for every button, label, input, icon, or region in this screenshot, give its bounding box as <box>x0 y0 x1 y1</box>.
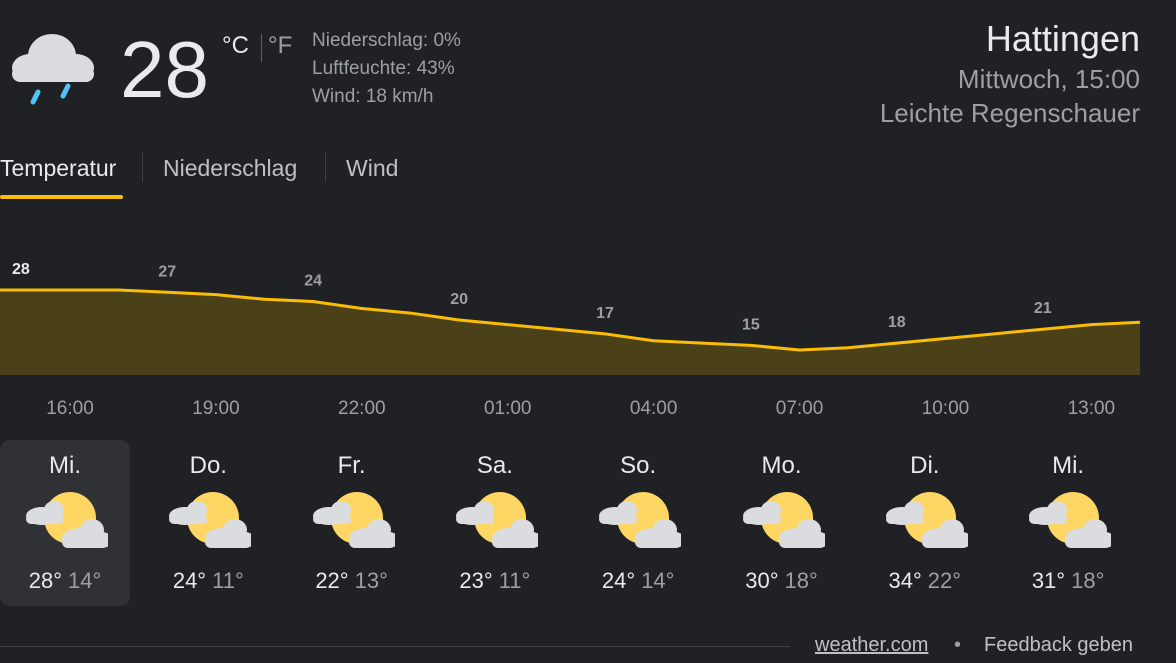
hour-label: 22:00 <box>338 398 386 419</box>
footer-divider <box>0 646 790 647</box>
weather-condition: Leichte Regenschauer <box>879 98 1140 128</box>
high-temp: 30° <box>745 568 779 593</box>
unit-celsius-button[interactable]: °C <box>222 32 249 60</box>
low-temp: 18° <box>784 568 818 593</box>
day-card[interactable]: Mi. 31° 18° <box>1003 440 1133 606</box>
day-name: Sa. <box>476 452 513 479</box>
precipitation-text: Niederschlag: 0% <box>312 30 461 51</box>
day-temperatures: 24° 11° <box>143 568 273 594</box>
low-temp: 14° <box>641 568 675 593</box>
low-temp: 13° <box>354 568 388 593</box>
day-card[interactable]: Do. 24° 11° <box>143 440 273 606</box>
partly-cloudy-icon <box>26 492 108 548</box>
hour-label: 07:00 <box>776 398 824 419</box>
high-temp: 28° <box>28 568 62 593</box>
low-temp: 18° <box>1071 568 1105 593</box>
high-temp: 24° <box>172 568 207 593</box>
data-label: 15 <box>742 316 760 333</box>
partly-cloudy-icon <box>742 492 825 548</box>
day-name: Fr. <box>337 452 366 479</box>
high-temp: 22° <box>315 568 349 593</box>
day-card[interactable]: So. 24° 14° <box>573 440 703 606</box>
unit-fahrenheit-button[interactable]: °F <box>268 32 292 60</box>
low-temp: 11° <box>498 568 531 593</box>
partly-cloudy-icon <box>599 492 682 548</box>
unit-divider <box>261 34 262 62</box>
day-temperatures: 28° 14° <box>0 568 130 594</box>
day-temperatures: 24° 14° <box>573 568 703 594</box>
location-title: Hattingen <box>985 18 1140 59</box>
partly-cloudy-icon <box>885 492 968 548</box>
hour-label: 04:00 <box>630 398 678 419</box>
hour-label: 10:00 <box>922 398 970 419</box>
partly-cloudy-icon <box>1029 492 1112 548</box>
rain-cloud-icon <box>12 34 94 105</box>
tab-divider <box>325 152 326 182</box>
data-label: 28 <box>12 261 30 278</box>
day-temperatures: 22° 13° <box>287 568 417 594</box>
partly-cloudy-icon <box>169 492 252 548</box>
high-temp: 31° <box>1031 568 1066 593</box>
partly-cloudy-icon <box>312 492 395 548</box>
hour-label: 13:00 <box>1068 398 1116 419</box>
day-card[interactable]: Di. 34° 22° <box>860 440 990 606</box>
partly-cloudy-icon <box>455 492 538 548</box>
data-label: 18 <box>888 314 906 331</box>
current-temperature: 28 <box>120 25 209 114</box>
day-name: So. <box>620 452 657 479</box>
day-temperatures: 30° 18° <box>717 568 847 594</box>
low-temp: 11° <box>212 568 244 593</box>
day-card[interactable]: Sa. 23° 11° <box>430 440 560 606</box>
wind-text: Wind: 18 km/h <box>312 86 434 107</box>
data-label: 21 <box>1034 300 1052 317</box>
day-temperatures: 31° 18° <box>1003 568 1133 594</box>
day-name: Mi. <box>1052 452 1085 479</box>
hour-label: 16:00 <box>46 398 94 419</box>
high-temp: 24° <box>601 568 636 593</box>
source-link[interactable]: weather.com <box>815 634 928 657</box>
data-label: 20 <box>450 291 468 308</box>
temperature-area <box>0 290 1140 375</box>
day-card[interactable]: Fr. 22° 13° <box>287 440 417 606</box>
hour-label: 19:00 <box>192 398 240 419</box>
tab-temperature[interactable]: Temperatur <box>0 155 116 182</box>
low-temp: 22° <box>927 568 962 593</box>
data-label: 17 <box>596 305 614 322</box>
tab-precipitation[interactable]: Niederschlag <box>163 155 297 182</box>
temperature-chart: 28 27 24 20 17 15 18 21 16:00 19:00 22:00 01:00 04:0… <box>0 261 1141 419</box>
active-tab-indicator <box>0 195 123 199</box>
data-label: 24 <box>304 273 322 290</box>
day-temperatures: 23° 11° <box>430 568 560 594</box>
hour-label: 01:00 <box>484 398 532 419</box>
feedback-link[interactable]: Feedback geben <box>984 634 1133 657</box>
date-time: Mittwoch, 15:00 <box>957 64 1140 94</box>
day-temperatures: 34° 22° <box>860 568 990 594</box>
data-label: 27 <box>158 263 176 280</box>
high-temp: 34° <box>888 568 922 593</box>
tab-divider <box>142 152 143 182</box>
day-name: Mo. <box>761 452 802 479</box>
day-card[interactable]: Mi. 28° 14° <box>0 440 130 606</box>
low-temp: 14° <box>68 568 102 593</box>
day-name: Di. <box>910 452 940 479</box>
day-name: Do. <box>189 452 227 479</box>
day-card[interactable]: Mo. 30° 18° <box>717 440 847 606</box>
humidity-text: Luftfeuchte: 43% <box>312 58 455 79</box>
footer-separator: • <box>954 634 962 656</box>
day-name: Mi. <box>49 452 81 479</box>
high-temp: 23° <box>459 568 493 593</box>
tab-wind[interactable]: Wind <box>346 155 398 182</box>
